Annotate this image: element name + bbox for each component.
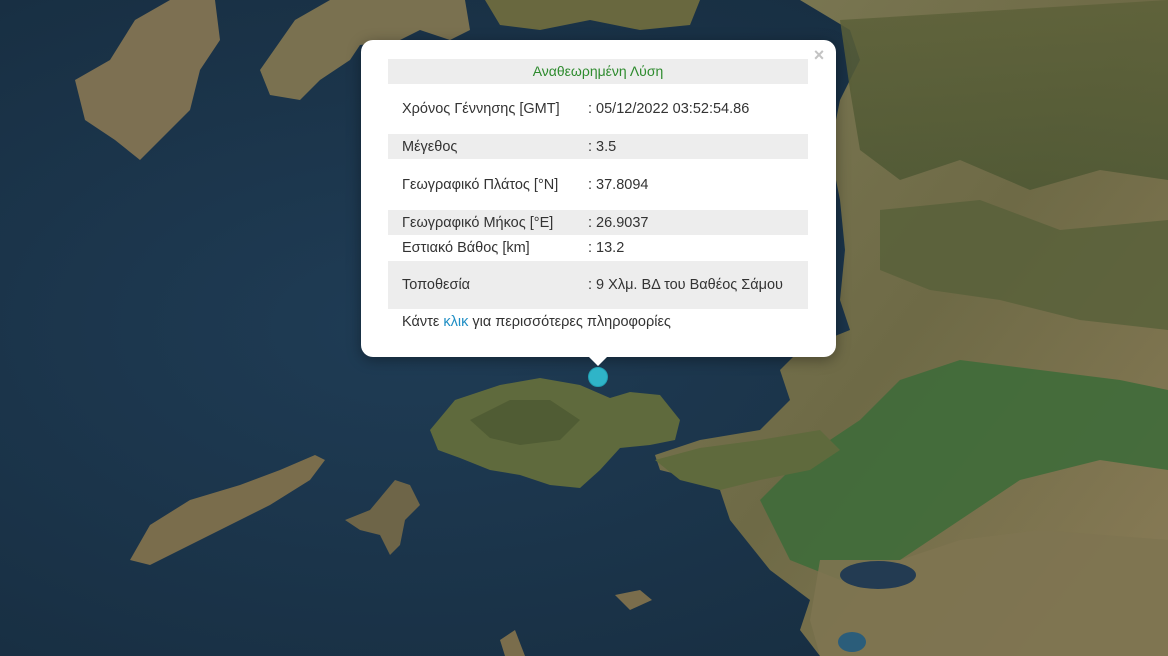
table-row: Γεωγραφικό Πλάτος [°N] : 37.8094 — [388, 159, 808, 210]
row-label-magnitude: Μέγεθος — [388, 134, 580, 159]
row-label-origin-time: Χρόνος Γέννησης [GMT] — [402, 101, 560, 117]
row-value-magnitude: : 3.5 — [580, 134, 808, 159]
popup-content: Αναθεωρημένη Λύση Χρόνος Γέννησης [GMT] … — [388, 59, 808, 332]
earthquake-marker-icon[interactable] — [588, 367, 608, 387]
earthquake-details-table: Χρόνος Γέννησης [GMT] : 05/12/2022 03:52… — [388, 84, 808, 309]
row-label-depth: Εστιακό Βάθος [km] — [402, 240, 530, 256]
popup-tip — [588, 356, 608, 366]
more-info-prefix: Κάντε — [402, 314, 440, 330]
lake-south — [838, 632, 866, 652]
more-info-suffix: για περισσότερες πληροφορίες — [472, 314, 671, 330]
table-row: Τοποθεσία : 9 Χλμ. ΒΔ του Βαθέος Σάμου — [388, 261, 808, 309]
table-row: Γεωγραφικό Μήκος [°E] : 26.9037 — [388, 210, 808, 235]
close-icon[interactable]: × — [810, 46, 828, 64]
popup-title: Αναθεωρημένη Λύση — [388, 59, 808, 84]
earthquake-info-popup: × Αναθεωρημένη Λύση Χρόνος Γέννησης [GMT… — [361, 40, 836, 357]
row-label-latitude: Γεωγραφικό Πλάτος [°N] — [402, 176, 559, 193]
row-label-longitude: Γεωγραφικό Μήκος [°E] — [388, 210, 580, 235]
row-value-depth: : 13.2 — [588, 240, 625, 256]
row-value-location: : 9 Χλμ. ΒΔ του Βαθέος Σάμου — [580, 261, 808, 309]
row-value-longitude: : 26.9037 — [580, 210, 808, 235]
mountain-range-north — [840, 0, 1168, 190]
row-label-location: Τοποθεσία — [388, 261, 580, 309]
more-info-line: Κάντε κλικ για περισσότερες πληροφορίες — [388, 309, 808, 332]
table-row: Μέγεθος : 3.5 — [388, 134, 808, 159]
more-info-link[interactable]: κλικ — [443, 314, 468, 330]
table-row: Εστιακό Βάθος [km] : 13.2 — [388, 235, 808, 261]
table-row: Χρόνος Γέννησης [GMT] : 05/12/2022 03:52… — [388, 84, 808, 134]
row-value-latitude: : 37.8094 — [588, 176, 649, 193]
lake-bafa — [840, 561, 916, 589]
row-value-origin-time: : 05/12/2022 03:52:54.86 — [588, 101, 750, 117]
